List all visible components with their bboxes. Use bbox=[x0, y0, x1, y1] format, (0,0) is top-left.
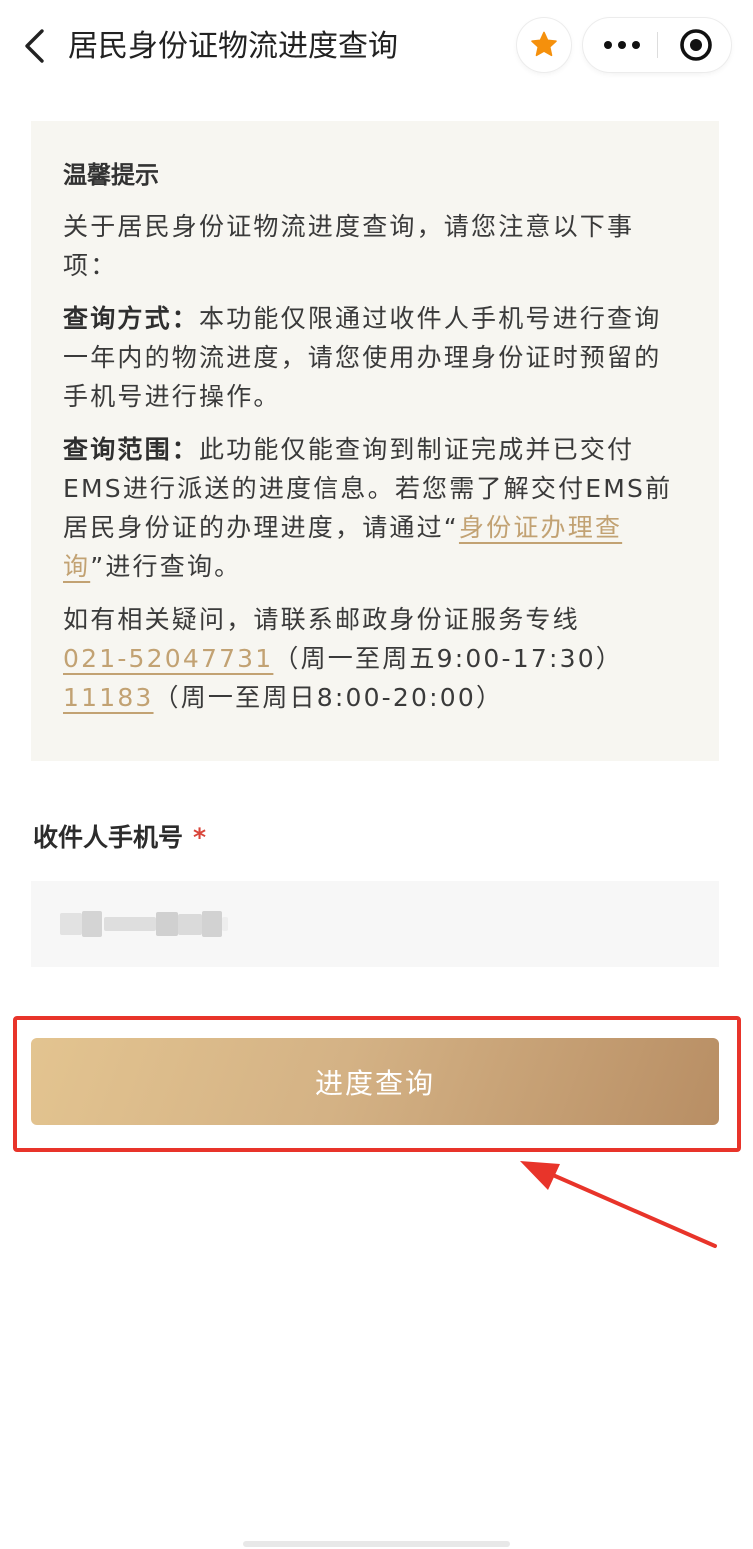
target-circle-icon bbox=[680, 29, 712, 61]
scope-label: 查询范围： bbox=[63, 435, 200, 464]
submit-label: 进度查询 bbox=[314, 1066, 435, 1100]
scope-text-after: ”进行查询。 bbox=[90, 552, 242, 581]
page-title: 居民身份证物流进度查询 bbox=[68, 29, 398, 64]
hotline-phone-link[interactable]: 021-52047731 bbox=[63, 644, 273, 673]
mini-program-capsule bbox=[583, 18, 731, 72]
notice-intro: 关于居民身份证物流进度查询，请您注意以下事项： bbox=[63, 212, 635, 280]
more-button[interactable] bbox=[583, 18, 661, 72]
capsule-divider bbox=[657, 32, 658, 58]
more-dots-icon bbox=[604, 41, 640, 49]
phone-label-text: 收件人手机号 bbox=[33, 823, 184, 852]
notice-contact: 如有相关疑问，请联系邮政身份证服务专线 021-52047731（周一至周五9:0… bbox=[63, 600, 687, 717]
favorite-button[interactable] bbox=[517, 18, 571, 72]
progress-query-button[interactable]: 进度查询 bbox=[31, 1038, 719, 1125]
annotation-arrow-icon bbox=[520, 1161, 717, 1248]
service-hours: （周一至周日8:00-20:00） bbox=[153, 683, 504, 712]
notice-title: 温馨提示 bbox=[63, 161, 159, 189]
chevron-left-icon bbox=[25, 29, 44, 63]
close-mini-program-button[interactable] bbox=[661, 18, 731, 72]
notice-method: 查询方式：本功能仅限通过收件人手机号进行查询一年内的物流进度，请您使用办理身份证… bbox=[63, 299, 687, 416]
home-indicator bbox=[243, 1541, 510, 1547]
notice-card: 温馨提示 关于居民身份证物流进度查询，请您注意以下事项： 查询方式：本功能仅限通… bbox=[31, 121, 719, 761]
phone-field bbox=[31, 881, 719, 967]
contact-intro: 如有相关疑问，请联系邮政身份证服务专线 bbox=[63, 605, 580, 634]
method-label: 查询方式： bbox=[63, 304, 200, 333]
navigation-bar: 居民身份证物流进度查询 bbox=[0, 0, 753, 92]
phone-input[interactable] bbox=[31, 881, 719, 967]
hotline-hours: （周一至周五9:00-17:30） bbox=[273, 644, 623, 673]
notice-scope: 查询范围：此功能仅能查询到制证完成并已交付EMS进行派送的进度信息。若您需了解交… bbox=[63, 430, 687, 586]
phone-field-label: 收件人手机号 * bbox=[33, 818, 206, 858]
star-icon bbox=[531, 31, 557, 57]
service-phone-link[interactable]: 11183 bbox=[63, 683, 154, 712]
required-star: * bbox=[193, 823, 207, 852]
back-button[interactable] bbox=[14, 22, 58, 70]
